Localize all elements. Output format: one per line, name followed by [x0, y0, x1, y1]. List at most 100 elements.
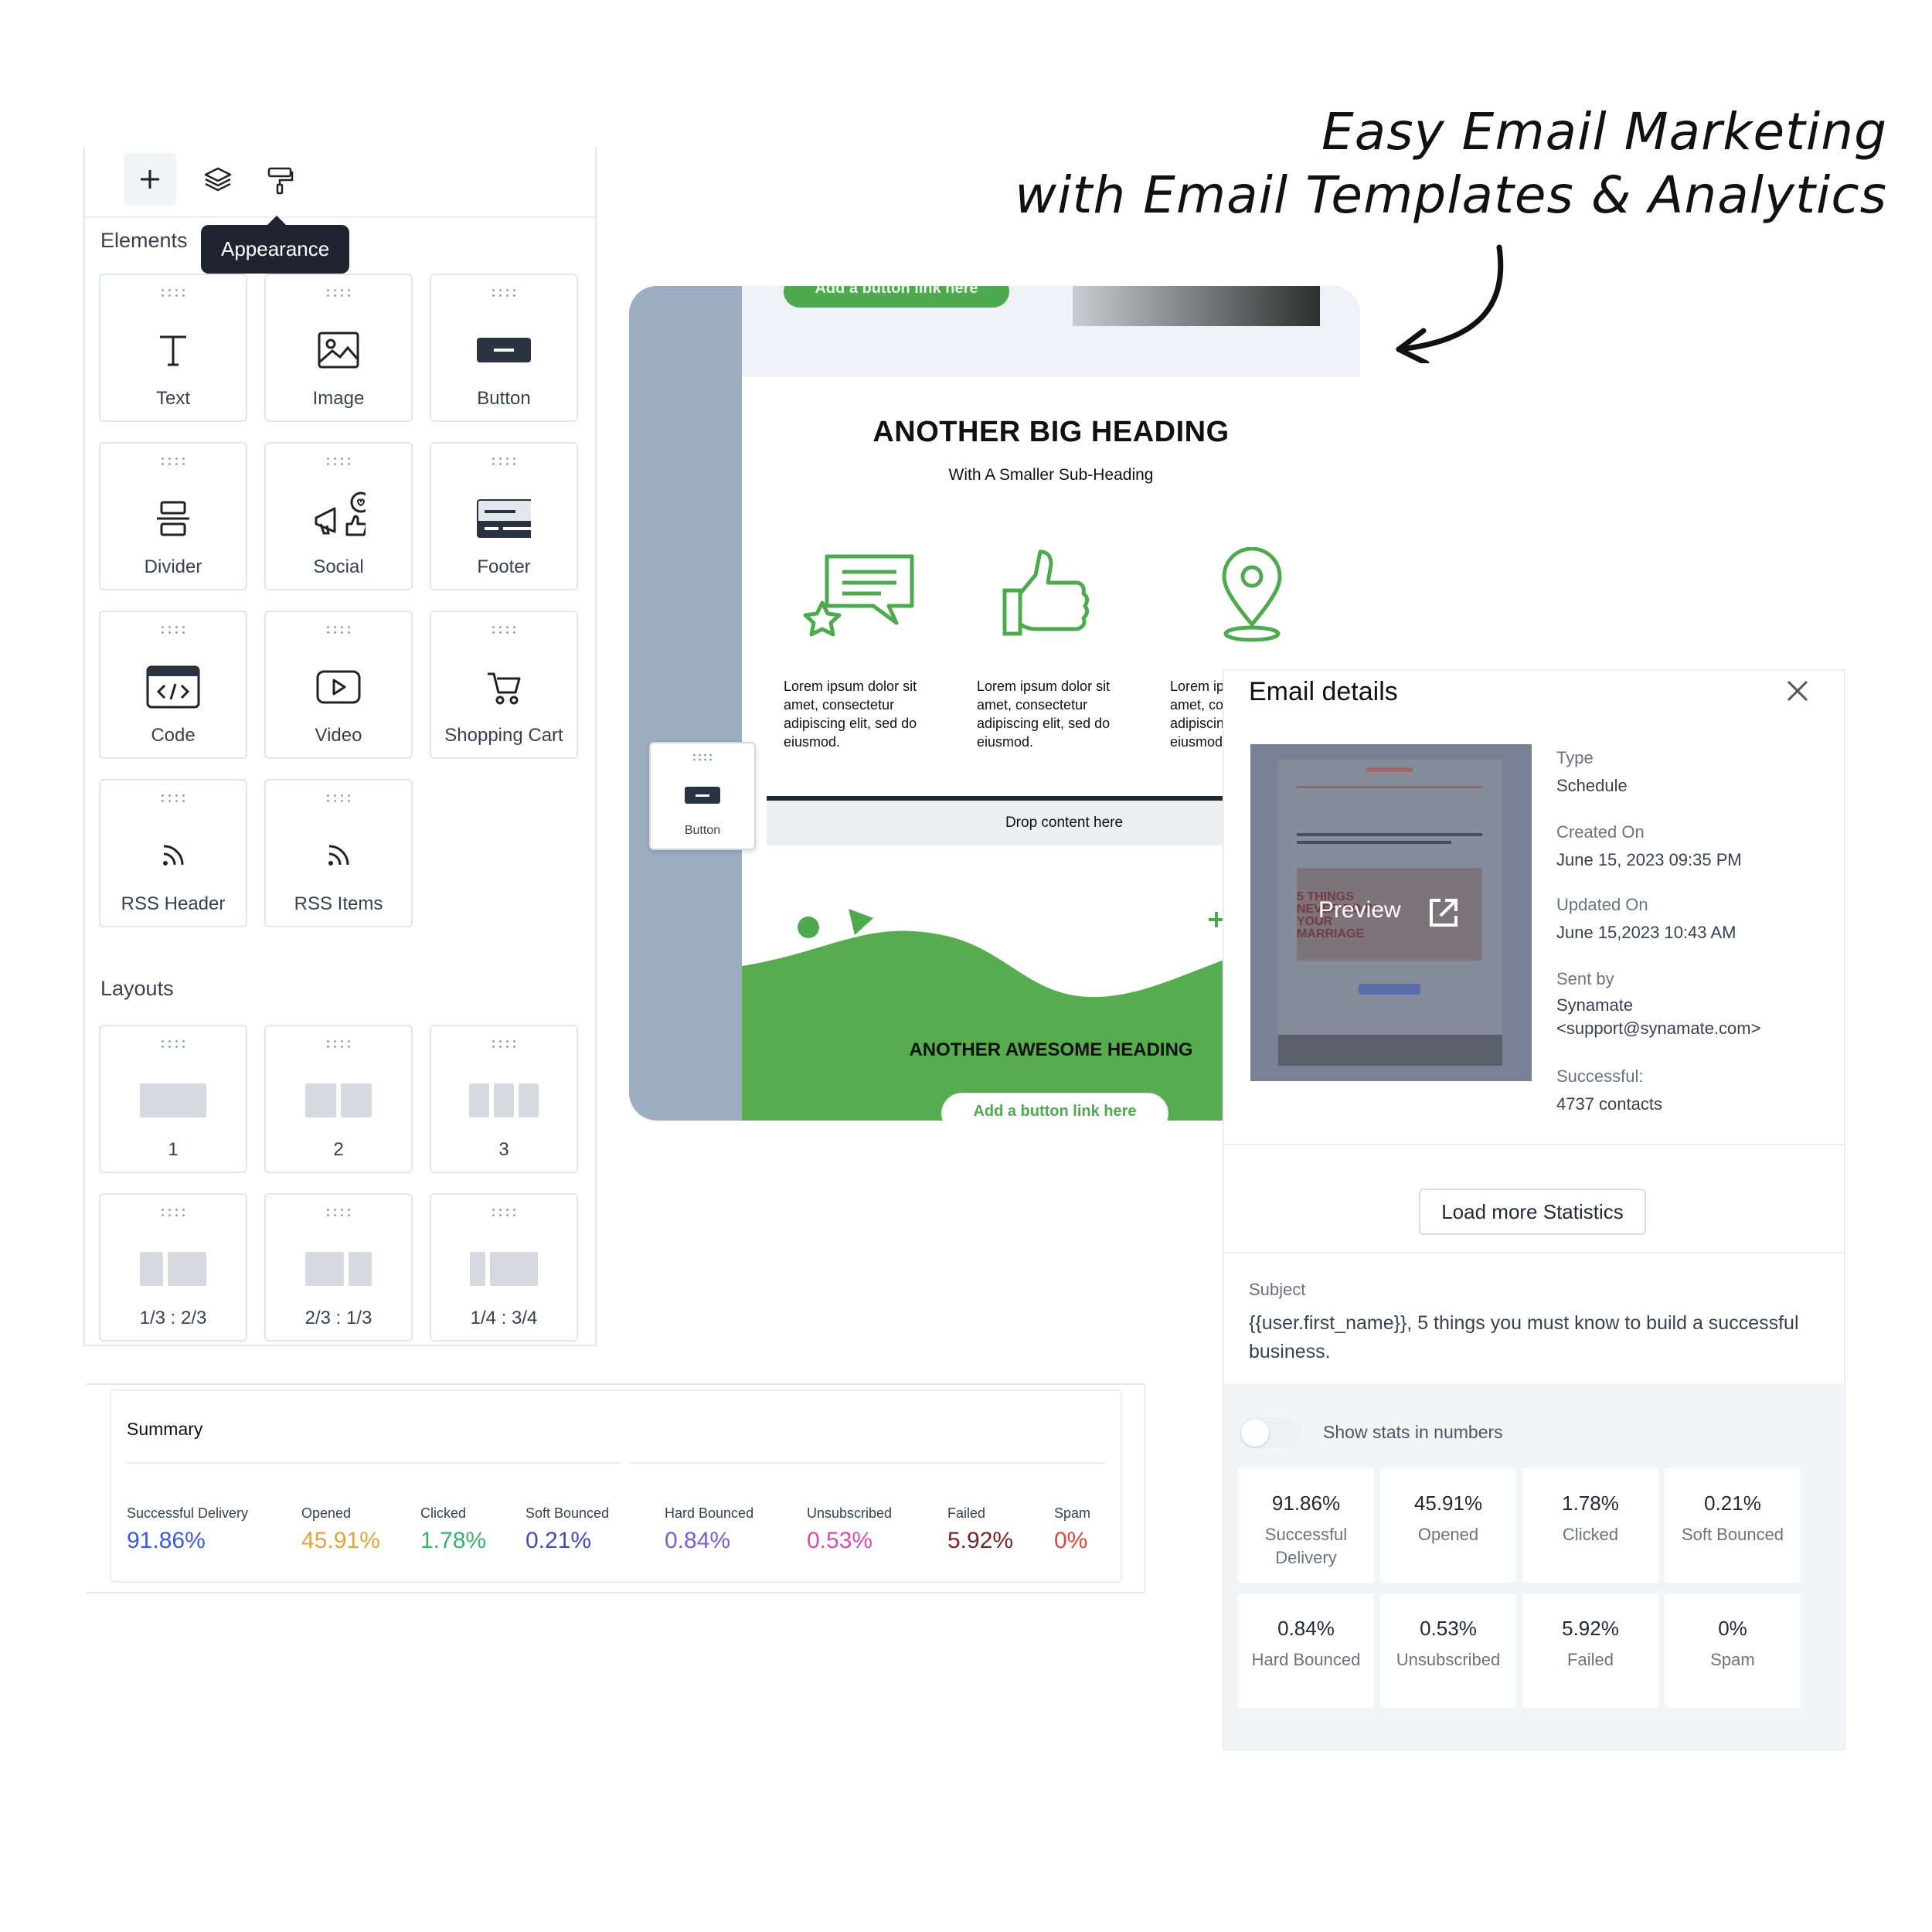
- layers-icon: [204, 167, 232, 192]
- updated-value: June 15,2023 10:43 AM: [1556, 923, 1736, 942]
- plus-icon: [141, 170, 159, 189]
- stat-name: Opened: [1417, 1525, 1479, 1544]
- type-value: Schedule: [1556, 776, 1628, 795]
- element-text[interactable]: Text: [99, 274, 247, 422]
- summary-metric: Clicked 1.78%: [420, 1505, 486, 1554]
- element-rss-header[interactable]: RSS Header: [99, 779, 247, 927]
- code-icon: [146, 665, 200, 709]
- footer-icon: [477, 499, 531, 538]
- headline-line-2: with Email Templates & Analytics: [1015, 165, 1887, 225]
- element-divider[interactable]: Divider: [99, 442, 247, 590]
- summary-metric: Soft Bounced 0.21%: [526, 1505, 609, 1554]
- element-code[interactable]: Code: [99, 611, 247, 759]
- stat-value: 1.78%: [1562, 1492, 1619, 1515]
- created-value: June 15, 2023 09:35 PM: [1556, 850, 1742, 869]
- updated-label: Updated On: [1556, 895, 1648, 914]
- metric-label: Hard Bounced: [665, 1505, 754, 1521]
- shopping-cart-icon: [488, 672, 521, 705]
- stat-value: 0.21%: [1704, 1492, 1761, 1515]
- appearance-button[interactable]: [253, 153, 306, 206]
- element-video[interactable]: Video: [264, 611, 413, 759]
- drop-zone-label: Drop content here: [1005, 815, 1124, 831]
- text-icon: [160, 335, 186, 366]
- element-footer[interactable]: Footer: [430, 442, 578, 590]
- subject-value: {{user.first_name}}, 5 things you must k…: [1249, 1312, 1799, 1362]
- element-label: Code: [151, 725, 196, 746]
- paint-roller-icon: [267, 167, 294, 195]
- bottom-button-link[interactable]: Add a button link here: [941, 1093, 1168, 1121]
- metric-value: 0.21%: [526, 1528, 592, 1553]
- layout-1[interactable]: 1: [99, 1025, 247, 1173]
- sub-heading: With A Smaller Sub-Heading: [948, 466, 1154, 484]
- metric-value: 5.92%: [947, 1528, 1014, 1553]
- preview-label: Preview: [1318, 897, 1401, 923]
- stat-value: 0.84%: [1277, 1617, 1335, 1640]
- layout-label: 1: [168, 1139, 179, 1160]
- stat-name: Failed: [1567, 1650, 1614, 1669]
- metric-label: Unsubscribed: [807, 1505, 893, 1521]
- element-label: RSS Items: [294, 893, 383, 914]
- email-thumbnail[interactable]: 5 THINGS NEVER DO IN YOUR MARRIAGE Preview: [1250, 744, 1532, 1081]
- stat-card: 45.91% Opened: [1380, 1468, 1516, 1583]
- summary-metric: Spam 0%: [1054, 1505, 1090, 1554]
- location-pin-icon: [1222, 547, 1282, 642]
- elements-title: Elements: [100, 229, 188, 252]
- successful-value: 4737 contacts: [1556, 1094, 1662, 1114]
- headline-line-1: Easy Email Marketing: [1321, 102, 1887, 162]
- layout-1-4-3-4[interactable]: 1/4 : 3/4: [430, 1193, 578, 1342]
- element-shopping-cart[interactable]: Shopping Cart: [430, 611, 578, 759]
- thumbs-up-icon: [1002, 549, 1090, 636]
- stat-value: 45.91%: [1413, 1492, 1483, 1515]
- metric-value: 0.84%: [665, 1528, 731, 1553]
- layout-2-3-1-3[interactable]: 2/3 : 1/3: [264, 1193, 413, 1342]
- header-image: [1073, 286, 1320, 326]
- layers-button[interactable]: [192, 153, 244, 206]
- metric-label: Failed: [947, 1505, 986, 1521]
- metric-value: 1.78%: [420, 1528, 487, 1553]
- stat-card: 91.86% Successful Delivery: [1238, 1468, 1374, 1583]
- curved-arrow-icon: [1396, 244, 1504, 363]
- summary-metric: Opened 45.91%: [301, 1505, 380, 1554]
- summary-metric: Hard Bounced 0.84%: [665, 1505, 753, 1554]
- big-heading: ANOTHER BIG HEADING: [872, 416, 1230, 448]
- stat-value: 5.92%: [1562, 1617, 1619, 1640]
- element-label: Footer: [477, 556, 531, 577]
- stat-card: 1.78% Clicked: [1522, 1468, 1658, 1583]
- layout-2[interactable]: 2: [264, 1025, 413, 1173]
- type-label: Type: [1556, 748, 1594, 767]
- element-button[interactable]: Button: [430, 274, 578, 422]
- created-label: Created On: [1556, 822, 1645, 842]
- stat-name: Unsubscribed: [1396, 1650, 1501, 1669]
- stat-name: Successful Delivery: [1264, 1525, 1348, 1567]
- element-rss-items[interactable]: RSS Items: [264, 779, 413, 927]
- stat-card: 5.92% Failed: [1522, 1594, 1658, 1708]
- summary-divider: [629, 1462, 1105, 1464]
- element-label: Divider: [144, 556, 202, 577]
- summary-metric: Failed 5.92%: [947, 1505, 1013, 1554]
- close-icon[interactable]: [1782, 675, 1813, 706]
- top-button-link[interactable]: Add a button link here: [784, 286, 1009, 308]
- show-stats-toggle[interactable]: [1240, 1417, 1301, 1448]
- metric-label: Successful Delivery: [127, 1505, 249, 1521]
- divider: [1224, 1144, 1844, 1145]
- stat-name: Spam: [1710, 1650, 1755, 1669]
- stat-value: 0%: [1718, 1617, 1747, 1640]
- dragging-button-element[interactable]: Button: [649, 742, 756, 850]
- layout-label: 1/3 : 2/3: [139, 1308, 207, 1328]
- load-more-statistics-button[interactable]: Load more Statistics: [1419, 1189, 1646, 1235]
- layout-1-3-2-3[interactable]: 1/3 : 2/3: [99, 1193, 247, 1342]
- layout-3[interactable]: 3: [430, 1025, 578, 1173]
- rss-icon: [163, 845, 184, 866]
- stat-card: 0.21% Soft Bounced: [1665, 1468, 1801, 1583]
- stat-name: Clicked: [1562, 1525, 1619, 1544]
- element-label: Text: [155, 388, 190, 409]
- metric-value: 0%: [1054, 1528, 1088, 1553]
- element-social[interactable]: Social: [264, 442, 413, 590]
- element-label: Button: [477, 388, 531, 409]
- element-image[interactable]: Image: [264, 274, 413, 422]
- external-link-icon: [1430, 899, 1458, 927]
- add-element-button[interactable]: [124, 153, 176, 206]
- details-title: Email details: [1249, 677, 1398, 706]
- button-icon: [685, 787, 720, 804]
- layout-label: 1/4 : 3/4: [470, 1308, 538, 1328]
